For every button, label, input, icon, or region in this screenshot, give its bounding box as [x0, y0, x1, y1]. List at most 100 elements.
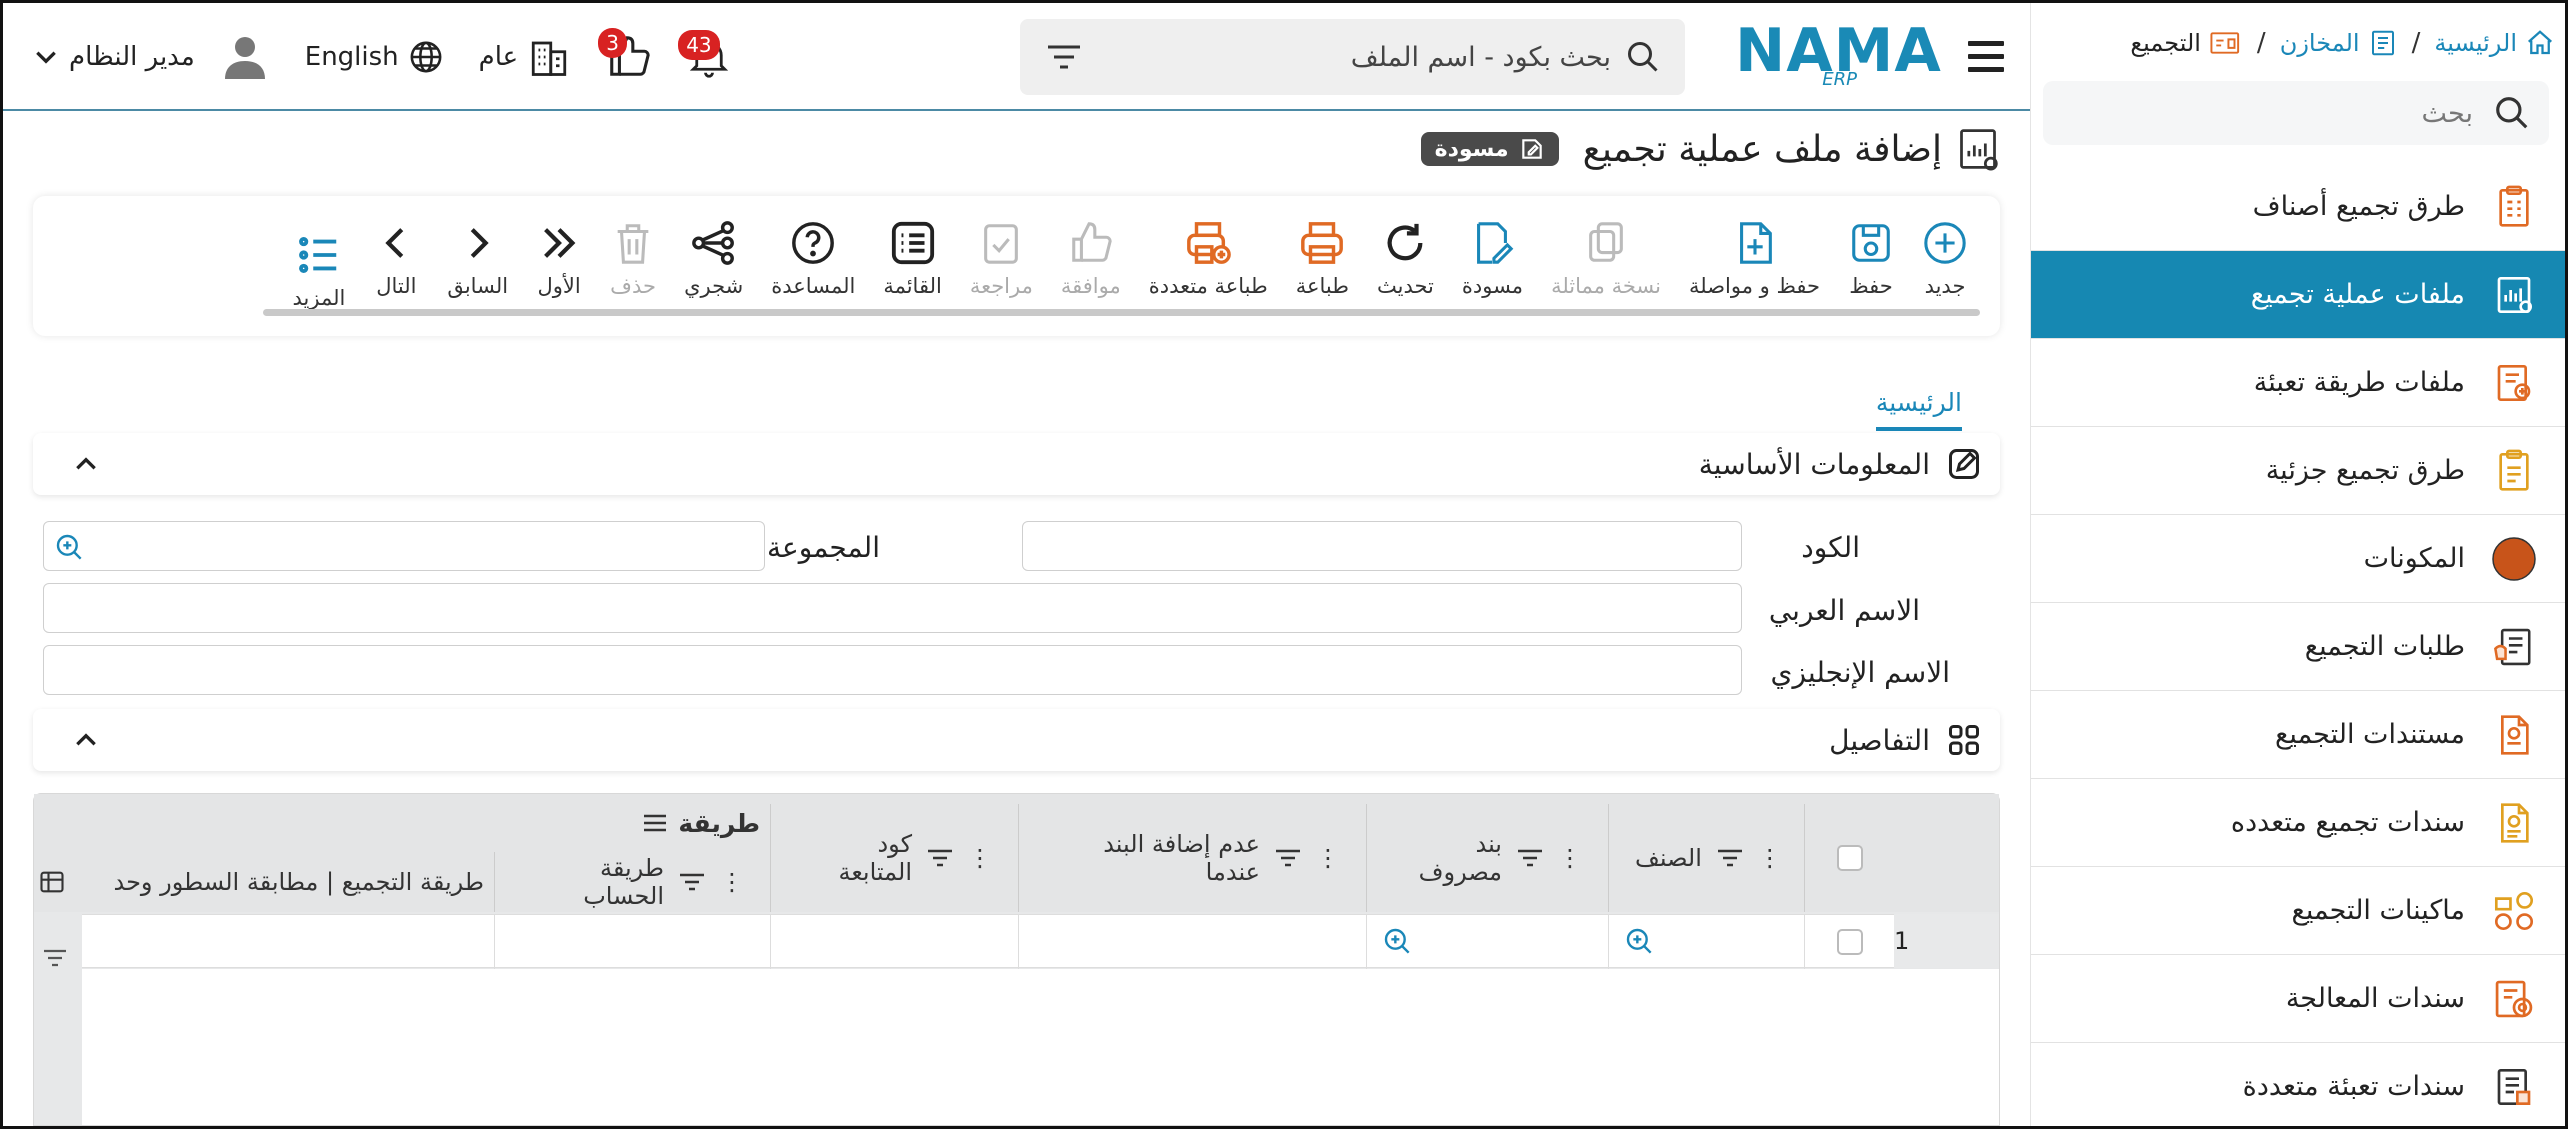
- globe-icon: [409, 40, 443, 74]
- previous-icon: [455, 220, 501, 266]
- select-all-cell: [1804, 804, 1894, 912]
- sidebar-item-packing-files[interactable]: ملفات طريقة تعبئة: [2031, 339, 2565, 427]
- item-cell[interactable]: [1608, 915, 1804, 969]
- sidebar-item-processing-vouchers[interactable]: سندات المعالجة: [2031, 955, 2565, 1043]
- assembly-machines-icon: [2491, 888, 2537, 934]
- sidebar-item-assembly-methods[interactable]: طرق تجميع أصناف: [2031, 163, 2565, 251]
- breadcrumb-warehouses[interactable]: المخازن: [2280, 28, 2398, 58]
- sidebar-search[interactable]: بحث: [2043, 81, 2549, 145]
- user-menu[interactable]: مدير النظام: [33, 33, 269, 81]
- assembly-documents-icon: [2491, 712, 2537, 758]
- plus-circle-icon: [1922, 220, 1968, 266]
- filter-icon[interactable]: [1044, 39, 1084, 75]
- sidebar-item-multi-packing-vouchers[interactable]: سندات تعبئة متعددة: [2031, 1043, 2565, 1126]
- sidebar-item-assembly-machines[interactable]: ماكينات التجميع: [2031, 867, 2565, 955]
- calc-method-cell[interactable]: [494, 915, 770, 969]
- table-icon[interactable]: [38, 868, 66, 896]
- row-filter-icon[interactable]: [42, 946, 68, 970]
- sidebar-item-multi-assembly-vouchers[interactable]: سندات تجميع متعدده: [2031, 779, 2565, 867]
- language-switch[interactable]: English: [305, 40, 443, 74]
- top-search-bar[interactable]: بحث بكود - اسم الملف: [1020, 19, 1685, 95]
- sidebar-item-assembly-requests[interactable]: طلبات التجميع: [2031, 603, 2565, 691]
- column-menu-icon[interactable]: ⋮: [720, 868, 744, 896]
- chevron-up-icon[interactable]: [73, 727, 99, 753]
- code-input[interactable]: [1022, 521, 1742, 571]
- details-grid: ⋮ الصنف ⋮ بند مصروف ⋮ عدم إضافة البند عن…: [33, 793, 2000, 1126]
- filter-icon[interactable]: [1274, 846, 1302, 870]
- delete-button[interactable]: حذف: [596, 220, 670, 298]
- select-all-checkbox[interactable]: [1836, 845, 1863, 871]
- help-button[interactable]: المساعدة: [757, 220, 869, 298]
- more-button[interactable]: المزيد: [279, 232, 360, 310]
- column-header-expense-item[interactable]: ⋮ بند مصروف: [1366, 804, 1608, 912]
- new-button[interactable]: جديد: [1908, 220, 1982, 298]
- sidebar-item-assembly-documents[interactable]: مستندات التجميع: [2031, 691, 2565, 779]
- column-group-header: طريقة: [34, 794, 770, 852]
- column-header-no-add-item[interactable]: ⋮ عدم إضافة البند عندما: [1018, 804, 1366, 912]
- row-checkbox[interactable]: [1836, 929, 1863, 955]
- notifications-button[interactable]: 43: [678, 30, 730, 78]
- approvals-button[interactable]: 3: [598, 28, 652, 80]
- previous-record-button[interactable]: السابق: [433, 220, 522, 298]
- copy-icon: [1583, 220, 1629, 266]
- first-record-button[interactable]: الأول: [522, 220, 596, 298]
- filter-icon[interactable]: [1516, 846, 1544, 870]
- assembly-method-cell[interactable]: [82, 915, 494, 969]
- draft-button[interactable]: مسودة: [1448, 220, 1537, 298]
- first-icon: [536, 220, 582, 266]
- search-add-icon[interactable]: [1624, 926, 1656, 958]
- sidebar-item-assembly-files[interactable]: ملفات عملية تجميع: [2031, 251, 2565, 339]
- more-icon: [296, 232, 342, 278]
- save-button[interactable]: حفظ: [1834, 220, 1908, 298]
- sidebar-item-partial-assembly[interactable]: طرق تجميع جزئية: [2031, 427, 2565, 515]
- review-icon: [978, 220, 1024, 266]
- menu-icon[interactable]: [642, 812, 668, 834]
- toolbar-scrollbar[interactable]: [263, 309, 1980, 316]
- filter-icon[interactable]: [678, 870, 706, 894]
- table-row[interactable]: [82, 914, 1894, 969]
- filter-icon[interactable]: [1716, 846, 1744, 870]
- tab-main[interactable]: الرئيسية: [1875, 373, 1962, 431]
- search-add-icon[interactable]: [54, 532, 86, 564]
- expense-item-cell[interactable]: [1366, 915, 1608, 969]
- column-menu-icon[interactable]: ⋮: [1758, 844, 1782, 872]
- search-add-icon[interactable]: [1382, 926, 1414, 958]
- column-header-tracking-code[interactable]: ⋮ كود المتابعة: [770, 804, 1018, 912]
- sidebar: الرئيسية / المخازن / التجميع بحث طرق تجم…: [2030, 3, 2565, 1126]
- sidebar-item-components[interactable]: المكونات: [2031, 515, 2565, 603]
- next-record-button[interactable]: التال: [359, 220, 433, 298]
- print-button[interactable]: طباعة: [1282, 220, 1363, 298]
- list-icon: [890, 220, 936, 266]
- save-continue-button[interactable]: حفظ و مواصلة: [1675, 220, 1834, 298]
- column-header-item[interactable]: ⋮ الصنف: [1608, 804, 1804, 912]
- multi-print-button[interactable]: طباعة متعددة: [1135, 220, 1282, 298]
- english-name-input[interactable]: [43, 645, 1742, 695]
- column-header-calc-method[interactable]: ⋮ طريقة الحساب: [494, 852, 770, 912]
- column-menu-icon[interactable]: ⋮: [1558, 844, 1582, 872]
- no-add-item-cell[interactable]: [1018, 915, 1366, 969]
- hamburger-menu-icon[interactable]: [1966, 37, 2006, 77]
- user-avatar-icon: [221, 33, 269, 81]
- details-section-header[interactable]: التفاصيل: [33, 709, 2000, 771]
- filter-icon[interactable]: [926, 846, 954, 870]
- basic-info-section-header[interactable]: المعلومات الأساسية: [33, 433, 2000, 495]
- column-group-sub: ⋮ طريقة الحساب طريقة التجميع | مطابقة ال…: [34, 852, 770, 912]
- column-header-assembly-method[interactable]: طريقة التجميع | مطابقة السطور وحد: [34, 852, 494, 912]
- tracking-code-cell[interactable]: [770, 915, 1018, 969]
- list-button[interactable]: القائمة: [869, 220, 956, 298]
- refresh-button[interactable]: تحديث: [1363, 220, 1448, 298]
- tree-button[interactable]: شجري: [670, 220, 757, 298]
- approve-button[interactable]: موافقة: [1047, 220, 1135, 298]
- review-button[interactable]: مراجعة: [956, 220, 1047, 298]
- chevron-up-icon[interactable]: [73, 451, 99, 477]
- breadcrumb-separator: /: [2256, 28, 2266, 58]
- column-menu-icon[interactable]: ⋮: [1316, 844, 1340, 872]
- building-icon: [528, 36, 570, 78]
- breadcrumb-home[interactable]: الرئيسية: [2434, 28, 2555, 58]
- column-menu-icon[interactable]: ⋮: [968, 844, 992, 872]
- branch-selector[interactable]: عام: [479, 36, 571, 78]
- multi-print-icon: [1185, 220, 1232, 266]
- arabic-name-input[interactable]: [43, 583, 1742, 633]
- group-input[interactable]: [43, 521, 765, 571]
- duplicate-button[interactable]: نسخة مماثلة: [1537, 220, 1675, 298]
